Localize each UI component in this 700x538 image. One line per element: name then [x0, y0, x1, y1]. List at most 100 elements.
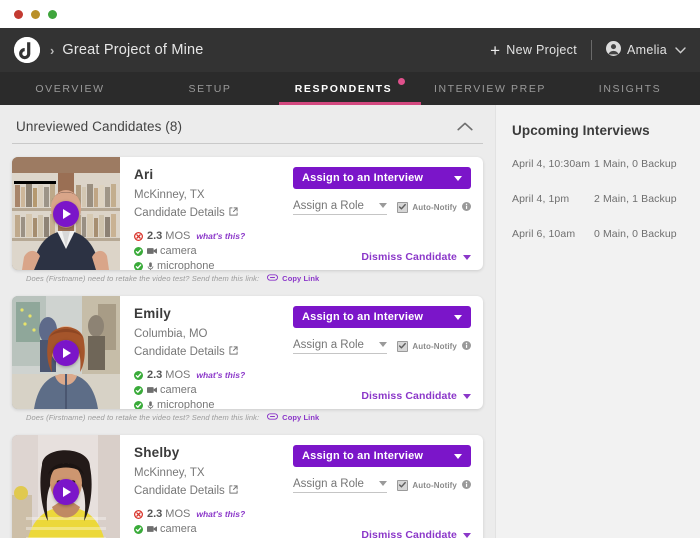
link-icon	[267, 413, 279, 422]
interview-row[interactable]: April 6, 10am 0 Main, 0 Backup	[512, 228, 700, 240]
microphone-label: microphone	[157, 399, 215, 409]
mos-value: 2.3	[147, 369, 163, 381]
d-logo-icon[interactable]	[14, 37, 40, 63]
tab-setup-label: SETUP	[188, 82, 232, 95]
body-area: Unreviewed Candidates (8) Ari McKinney, …	[0, 105, 700, 538]
interview-date: April 4, 10:30am	[512, 158, 591, 170]
auto-notify-label: Auto-Notify	[412, 341, 457, 351]
tab-insights-label: INSIGHTS	[598, 82, 662, 95]
candidate-video-thumbnail[interactable]	[12, 157, 120, 270]
assign-role-select[interactable]: Assign a Role	[293, 339, 388, 354]
tab-setup[interactable]: SETUP	[140, 72, 280, 105]
dismiss-candidate-button[interactable]: Dismiss Candidate	[361, 390, 471, 402]
assign-role-select[interactable]: Assign a Role	[293, 477, 388, 493]
copy-link-button[interactable]: Copy Link	[267, 274, 319, 283]
candidate-card-body: Shelby McKinney, TX Candidate Details 2.…	[12, 435, 483, 538]
auto-notify-checkbox[interactable]	[397, 201, 409, 213]
play-button-icon[interactable]	[53, 339, 79, 366]
external-link-icon	[229, 345, 238, 360]
candidate-list: Ari McKinney, TX Candidate Details 2.3 M…	[12, 157, 483, 538]
assign-to-interview-button[interactable]: Assign to an Interview	[293, 306, 471, 328]
copy-link-label: Copy Link	[282, 413, 320, 422]
mos-unit: MOS	[165, 508, 191, 520]
dismiss-candidate-button[interactable]: Dismiss Candidate	[361, 251, 471, 263]
copy-link-label: Copy Link	[282, 274, 320, 283]
assign-to-interview-button[interactable]: Assign to an Interview	[293, 445, 471, 467]
new-project-label: New Project	[506, 43, 577, 57]
external-link-icon	[229, 206, 238, 221]
candidate-video-thumbnail[interactable]	[12, 296, 120, 409]
copy-link-button[interactable]: Copy Link	[267, 413, 319, 422]
mos-unit: MOS	[165, 369, 191, 381]
interview-row[interactable]: April 4, 1pm 2 Main, 1 Backup	[512, 193, 700, 205]
interview-counts: 2 Main, 1 Backup	[594, 193, 677, 205]
whats-this-link[interactable]: what's this?	[196, 507, 245, 521]
candidate-card: Emily Columbia, MO Candidate Details 2.3…	[12, 296, 483, 422]
assign-to-interview-label: Assign to an Interview	[302, 172, 424, 184]
candidate-actions: Assign to an Interview Assign a Role Aut…	[293, 445, 471, 494]
auto-notify-group: Auto-Notify	[397, 198, 471, 216]
chevron-down-icon	[454, 175, 462, 181]
chevron-down-icon	[463, 532, 471, 538]
tab-insights[interactable]: INSIGHTS	[560, 72, 700, 105]
whats-this-link[interactable]: what's this?	[196, 229, 245, 243]
whats-this-link[interactable]: what's this?	[196, 368, 245, 382]
candidate-video-thumbnail[interactable]	[12, 435, 120, 538]
mos-row: 2.3 MOS what's this?	[134, 229, 471, 243]
window-close-button[interactable]	[14, 9, 23, 19]
user-name-label: Amelia	[626, 43, 667, 57]
microphone-label: microphone	[157, 260, 215, 270]
dismiss-candidate-button[interactable]: Dismiss Candidate	[361, 529, 471, 538]
tab-respondents-label: RESPONDENTS	[294, 82, 393, 95]
candidate-details-link[interactable]: Candidate Details	[134, 345, 238, 360]
mos-row: 2.3 MOS what's this?	[134, 368, 471, 382]
chevron-down-icon	[379, 342, 388, 347]
interview-counts: 1 Main, 0 Backup	[594, 158, 677, 170]
play-button-icon[interactable]	[53, 478, 79, 505]
tab-overview[interactable]: OVERVIEW	[0, 72, 140, 105]
info-icon[interactable]	[462, 476, 471, 494]
window-maximize-button[interactable]	[48, 9, 57, 19]
chevron-up-icon[interactable]	[451, 120, 479, 133]
candidate-details-link[interactable]: Candidate Details	[134, 484, 238, 499]
mos-row: 2.3 MOS what's this?	[134, 507, 471, 521]
auto-notify-checkbox[interactable]	[397, 340, 409, 352]
candidate-details-link[interactable]: Candidate Details	[134, 206, 238, 221]
auto-notify-group: Auto-Notify	[397, 476, 471, 494]
assign-to-interview-label: Assign to an Interview	[302, 450, 424, 462]
assign-to-interview-label: Assign to an Interview	[302, 311, 424, 323]
candidate-card: Ari McKinney, TX Candidate Details 2.3 M…	[12, 157, 483, 283]
assign-role-label: Assign a Role	[293, 477, 364, 490]
user-menu[interactable]: Amelia	[605, 41, 686, 59]
window-chrome	[0, 0, 700, 28]
window-minimize-button[interactable]	[31, 9, 40, 19]
tab-respondents[interactable]: RESPONDENTS	[279, 72, 421, 105]
assign-to-interview-button[interactable]: Assign to an Interview	[293, 167, 471, 189]
candidate-info: Shelby McKinney, TX Candidate Details 2.…	[120, 435, 483, 538]
header-divider	[590, 40, 592, 60]
retake-note-text: Does (Firstname) need to retake the vide…	[26, 274, 260, 283]
interview-row[interactable]: April 4, 10:30am 1 Main, 0 Backup	[512, 158, 700, 170]
auto-notify-checkbox[interactable]	[397, 479, 409, 491]
info-icon[interactable]	[462, 198, 471, 216]
new-project-button[interactable]: + New Project	[490, 42, 577, 59]
tab-overview-label: OVERVIEW	[35, 82, 105, 95]
breadcrumb-separator-icon: ›	[50, 42, 55, 58]
role-row: Assign a Role Auto-Notify	[293, 198, 471, 216]
plus-icon: +	[490, 40, 501, 60]
auto-notify-group: Auto-Notify	[397, 337, 471, 355]
link-icon	[267, 274, 279, 283]
chevron-down-icon	[379, 481, 388, 486]
play-button-icon[interactable]	[53, 200, 79, 227]
candidate-card: Shelby McKinney, TX Candidate Details 2.…	[12, 435, 483, 538]
mos-value: 2.3	[147, 230, 163, 242]
auto-notify-label: Auto-Notify	[412, 480, 457, 490]
candidate-details-label: Candidate Details	[134, 346, 225, 358]
dismiss-candidate-label: Dismiss Candidate	[361, 251, 457, 263]
chevron-down-icon	[675, 44, 686, 56]
tab-interview-prep[interactable]: INTERVIEW PREP	[420, 72, 560, 105]
assign-role-select[interactable]: Assign a Role	[293, 200, 388, 215]
candidate-actions: Assign to an Interview Assign a Role Aut…	[293, 306, 471, 355]
info-icon[interactable]	[462, 337, 471, 355]
external-link-icon	[229, 484, 238, 499]
